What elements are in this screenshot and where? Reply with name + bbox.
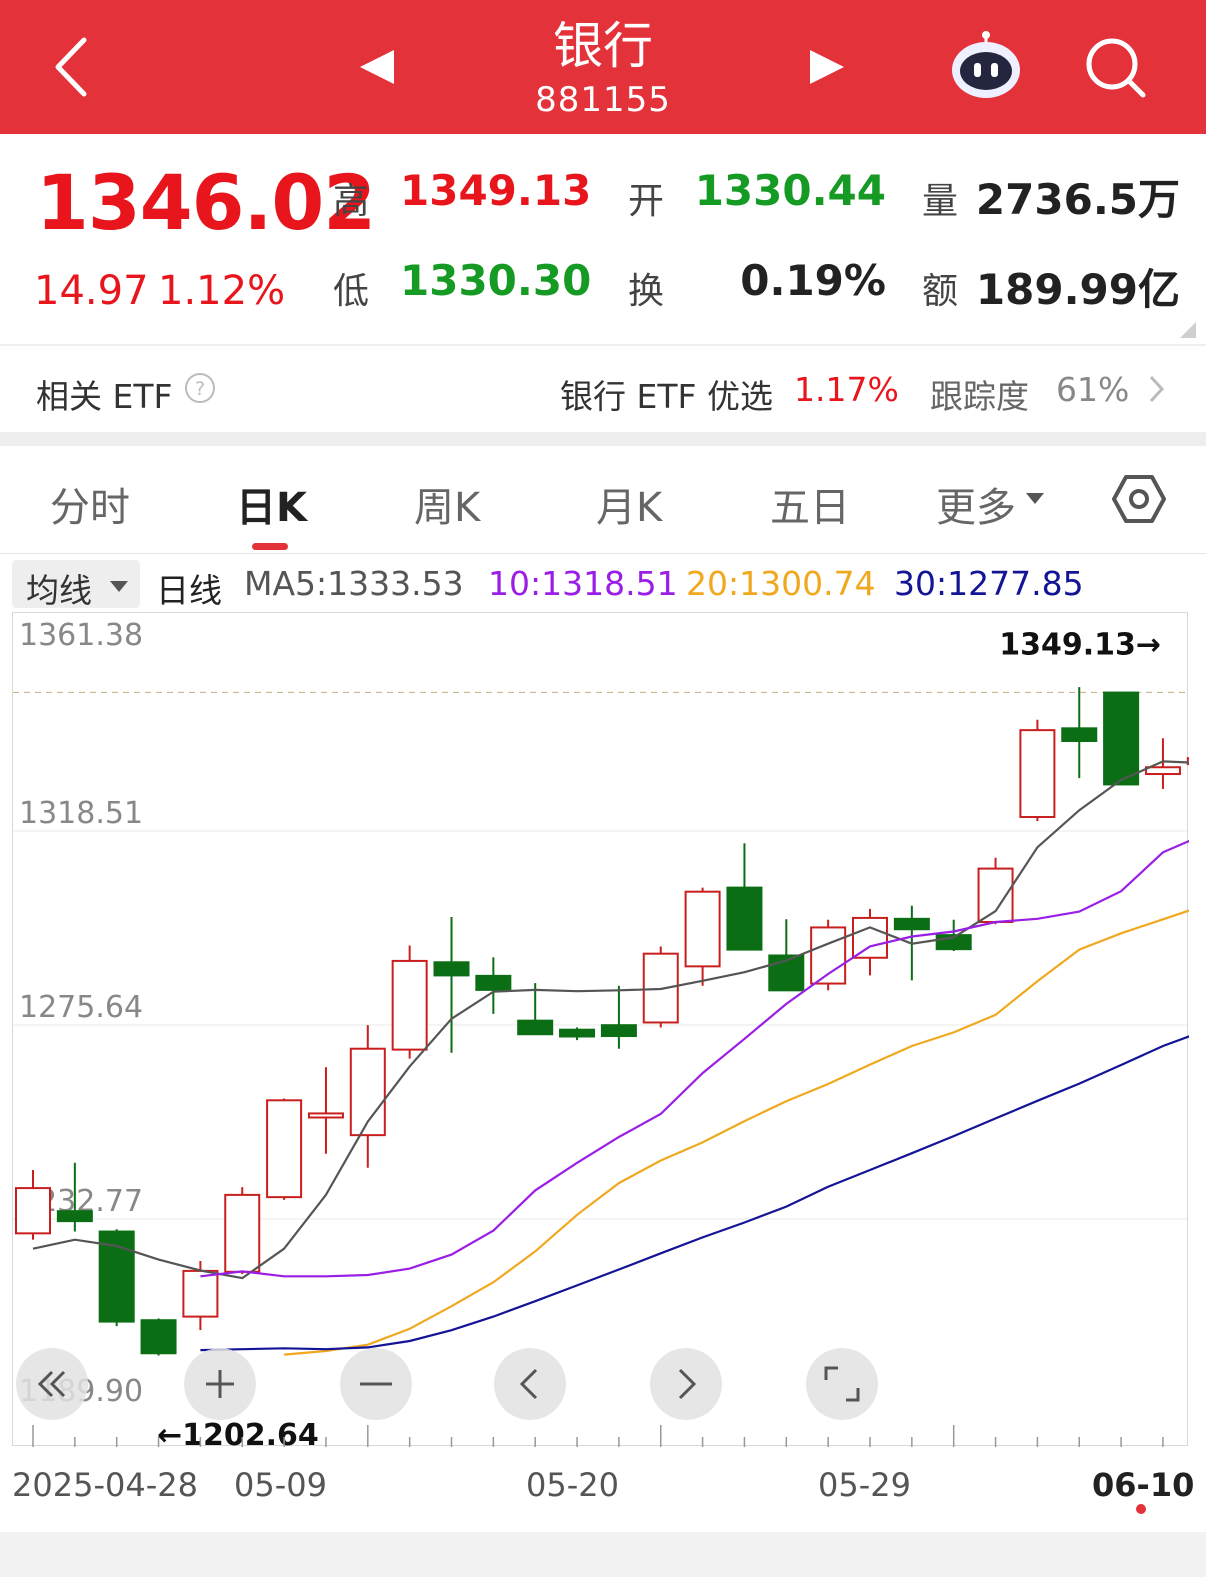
candle-body	[977, 867, 1014, 924]
kline-chart[interactable]: 1361.381318.511275.641232.771189.901349.…	[12, 612, 1189, 1447]
ma10-value: 10:1318.51	[488, 564, 678, 603]
min-price-label: ←1202.64	[157, 1418, 319, 1447]
scroll-to-start-button[interactable]	[16, 1348, 88, 1420]
candle-body	[140, 1319, 177, 1355]
etf-name[interactable]: 银行 ETF 优选	[560, 370, 773, 418]
double-chevron-left-icon	[37, 1370, 66, 1398]
move-left-button[interactable]	[494, 1348, 566, 1420]
turnover-label: 换	[628, 271, 665, 312]
track-label: 跟踪度	[930, 377, 1029, 416]
price-change: 14.97	[34, 268, 149, 314]
candle-body	[182, 1269, 219, 1318]
ma-line-30	[200, 1035, 1189, 1352]
etf-change-pct: 1.17%	[794, 370, 899, 409]
active-tab-indicator	[252, 543, 288, 550]
ma5-value: MA5:1333.53	[244, 564, 464, 603]
amount-value: 189.99亿	[975, 265, 1180, 314]
open-label: 开	[628, 181, 665, 222]
stock-code: 881155	[535, 80, 671, 120]
question-circle-icon[interactable]: ?	[184, 372, 216, 404]
low-value: 1330.30	[400, 256, 592, 305]
current-day-dot	[1136, 1504, 1146, 1514]
page-title: 银行	[553, 17, 653, 75]
candle-body	[307, 1112, 344, 1119]
candle-body	[391, 959, 428, 1051]
fullscreen-corners-icon	[824, 1366, 860, 1402]
candle-body	[15, 1187, 51, 1235]
candle-body	[433, 961, 470, 977]
tab-five-day[interactable]: 五日	[770, 475, 850, 533]
ma20-value: 20:1300.74	[686, 564, 876, 603]
next-triangle-right-icon[interactable]	[808, 48, 846, 86]
candle-body	[600, 1024, 637, 1038]
candle-body	[517, 1019, 554, 1036]
candle-body	[726, 886, 763, 951]
divider	[0, 344, 1206, 346]
ma-select-label: 均线	[26, 571, 92, 610]
chevron-left-icon	[519, 1368, 538, 1400]
fullscreen-button[interactable]	[806, 1348, 878, 1420]
tab-intraday[interactable]: 分时	[50, 475, 130, 533]
x-tick-label: 05-29	[818, 1466, 911, 1504]
y-tick-label: 1318.51	[19, 796, 143, 831]
candle-body	[224, 1193, 261, 1273]
candle-body	[1144, 766, 1181, 776]
tab-weekly-k[interactable]: 周K	[414, 475, 480, 533]
candle-body	[266, 1099, 303, 1199]
turnover-value: 0.19%	[740, 256, 886, 305]
candle-body	[1061, 727, 1098, 742]
candle-body	[559, 1028, 596, 1038]
chevron-right-icon	[678, 1368, 697, 1400]
high-value: 1349.13	[400, 166, 592, 215]
x-tick-label: 2025-04-28	[12, 1466, 198, 1504]
bottom-panel-strip	[0, 1532, 1206, 1577]
section-gap	[0, 432, 1206, 446]
robot-icon[interactable]	[948, 28, 1024, 104]
open-value: 1330.44	[694, 166, 886, 215]
expand-corner-icon[interactable]	[1180, 322, 1196, 338]
amount-label: 额	[922, 271, 959, 312]
tab-monthly-k[interactable]: 月K	[596, 475, 662, 533]
x-tick-label: 06-10	[1092, 1466, 1195, 1504]
current-price: 1346.02	[36, 158, 376, 247]
candle-body	[893, 917, 930, 931]
ma-line-ma5	[32, 760, 1189, 1280]
chevron-right-icon[interactable]	[1146, 374, 1166, 404]
zoom-in-button[interactable]	[184, 1348, 256, 1420]
caret-down-icon	[1026, 490, 1044, 504]
zoom-out-button[interactable]	[340, 1348, 412, 1420]
candle-body	[475, 974, 512, 991]
related-etf-label: 相关 ETF	[36, 377, 173, 416]
candle-body	[1019, 729, 1056, 819]
kline-chart-svg[interactable]: 1361.381318.511275.641232.771189.901349.…	[13, 613, 1189, 1447]
divider	[0, 553, 1206, 554]
y-tick-label: 1361.38	[19, 618, 143, 653]
high-label: 高	[333, 181, 370, 222]
move-right-button[interactable]	[650, 1348, 722, 1420]
candle-body	[1103, 691, 1140, 786]
low-label: 低	[333, 271, 370, 312]
x-tick-label: 05-09	[234, 1466, 327, 1504]
candle-body	[56, 1210, 93, 1223]
volume-value: 2736.5万	[975, 175, 1180, 224]
volume-label: 量	[922, 181, 959, 222]
hexagon-settings-icon[interactable]	[1112, 472, 1166, 526]
x-tick-label: 05-20	[526, 1466, 619, 1504]
track-value: 61%	[1056, 370, 1130, 409]
ma30-value: 30:1277.85	[894, 564, 1084, 603]
caret-down-icon	[110, 578, 128, 592]
candle-body	[852, 916, 888, 959]
minus-icon	[360, 1382, 392, 1386]
tab-more[interactable]: 更多	[936, 475, 1016, 533]
max-price-label: 1349.13→	[999, 627, 1161, 662]
price-change-pct: 1.12%	[158, 268, 286, 314]
ma-line-20	[284, 909, 1189, 1356]
search-icon[interactable]	[1084, 36, 1148, 100]
y-tick-label: 1275.64	[19, 990, 143, 1025]
tab-daily-k[interactable]: 日K	[236, 475, 307, 533]
svg-text:?: ?	[195, 378, 205, 400]
period-label: 日线	[156, 571, 222, 610]
candle-body	[684, 890, 721, 968]
plus-icon	[206, 1370, 234, 1398]
